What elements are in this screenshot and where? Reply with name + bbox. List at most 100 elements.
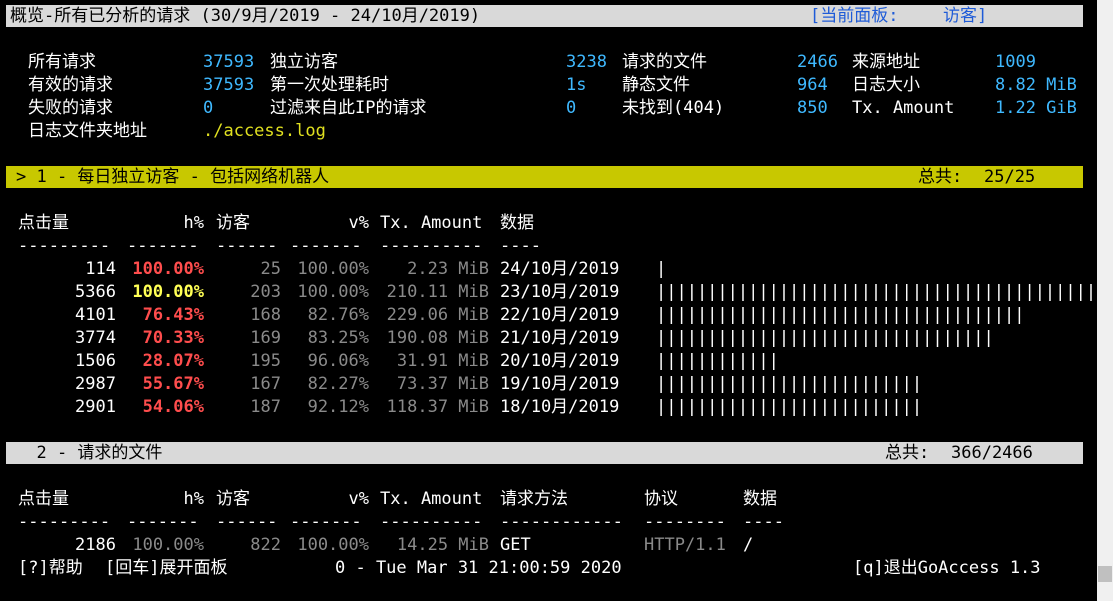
panel1-total-value: 25/25 [984, 167, 1036, 187]
cell-tx: 14.25 MiB [396, 535, 489, 555]
cell-hits: 1506 [75, 351, 116, 371]
cell-data: 22/10月/2019 [500, 305, 620, 325]
cell-hp: 55.67% [142, 374, 204, 394]
metric-label: 失败的请求 [28, 98, 113, 118]
col-hits-header: 点击量 [18, 489, 69, 509]
dash-divider: ---- [743, 512, 784, 532]
dash-divider: ------ [216, 236, 278, 256]
cell-data: 23/10月/2019 [500, 282, 620, 302]
cell-hits: 3774 [75, 328, 116, 348]
dash-divider: ---------- [380, 512, 483, 532]
cell-hp: 70.33% [142, 328, 204, 348]
cell-visitors: 203 [250, 282, 281, 302]
header-title: 概览-所有已分析的请求 (30/9月/2019 - 24/10月/2019) [10, 6, 481, 26]
metric-value: 850 [797, 98, 828, 118]
log-path-value: ./access.log [203, 121, 326, 141]
active-panel-prefix: [当前面板: [810, 6, 899, 26]
metric-label: 第一次处理耗时 [270, 75, 389, 95]
active-panel-name: 访客] [943, 6, 988, 26]
cell-hits: 2186 [75, 535, 116, 555]
cell-data: 21/10月/2019 [500, 328, 620, 348]
metric-value: 0 [203, 98, 214, 118]
cell-hp: 28.07% [142, 351, 204, 371]
cell-tx: 210.11 MiB [386, 282, 489, 302]
panel2-title[interactable]: 2 - 请求的文件 [16, 442, 162, 465]
help-shortcut[interactable]: [?]帮助 [18, 557, 83, 580]
metric-label: Tx. Amount [852, 98, 955, 118]
usage-bar: ||||||||||||||||||||||||||||||||| [656, 328, 994, 348]
metric-value: 2466 [797, 52, 838, 72]
cell-vp: 82.27% [307, 374, 369, 394]
col-hits-header: 点击量 [18, 213, 69, 233]
metric-value: 37593 [203, 75, 255, 95]
metric-value: 8.82 MiB [995, 75, 1077, 95]
metric-label: 独立访客 [270, 52, 338, 72]
cell-visitors: 195 [250, 351, 281, 371]
cell-visitors: 25 [260, 259, 281, 279]
col-method-header: 请求方法 [500, 489, 568, 509]
panel2-total-value: 366/2466 [951, 443, 1033, 463]
col-proto-header: 协议 [644, 489, 678, 509]
metric-label: 静态文件 [622, 75, 690, 95]
cell-vp: 92.12% [307, 397, 369, 417]
metric-value: 1.22 GiB [995, 98, 1077, 118]
metric-label: 未找到(404) [622, 98, 725, 118]
panel1-title[interactable]: > 1 - 每日独立访客 - 包括网络机器人 [16, 166, 329, 189]
col-vp-header: v% [348, 213, 369, 233]
cell-hits: 5366 [75, 282, 116, 302]
metric-value: 1009 [995, 52, 1036, 72]
scrollbar-thumb[interactable] [1098, 566, 1112, 582]
usage-bar: |||||||||||| [656, 351, 779, 371]
col-hp-header: h% [183, 489, 204, 509]
cell-hits: 114 [85, 259, 116, 279]
col-tx-header: Tx. Amount [380, 213, 483, 233]
col-data-header: 数据 [743, 489, 777, 509]
cell-visitors: 169 [250, 328, 281, 348]
cell-vp: 96.06% [307, 351, 369, 371]
cell-hits: 2987 [75, 374, 116, 394]
dash-divider: -------- [644, 512, 726, 532]
usage-bar: |||||||||||||||||||||||||| [656, 397, 923, 417]
metric-label: 所有请求 [28, 52, 96, 72]
scrollbar-track[interactable] [1097, 0, 1113, 601]
metric-value: 964 [797, 75, 828, 95]
usage-bar: |||||||||||||||||||||||||| [656, 374, 923, 394]
cell-method: GET [500, 535, 531, 555]
usage-bar: |||||||||||||||||||||||||||||||||||| [656, 305, 1025, 325]
cell-data: 19/10月/2019 [500, 374, 620, 394]
cell-tx: 31.91 MiB [396, 351, 489, 371]
cell-tx: 118.37 MiB [386, 397, 489, 417]
dash-divider: ---------- [380, 236, 483, 256]
dash-divider: ------------ [500, 512, 623, 532]
cell-hp: 100.00% [132, 535, 204, 555]
cell-vp: 100.00% [297, 282, 369, 302]
cell-tx: 2.23 MiB [407, 259, 489, 279]
metric-value: 1s [566, 75, 587, 95]
col-visitors-header: 访客 [216, 213, 250, 233]
dash-divider: ------- [127, 236, 199, 256]
metric-value: 3238 [566, 52, 607, 72]
dash-divider: ------- [127, 512, 199, 532]
dash-divider: --------- [18, 512, 111, 532]
expand-panel-shortcut[interactable]: [回车]展开面板 [105, 557, 227, 580]
cell-data: 24/10月/2019 [500, 259, 620, 279]
status-timestamp: 0 - Tue Mar 31 21:00:59 2020 [335, 558, 622, 578]
col-visitors-header: 访客 [216, 489, 250, 509]
dash-divider: ------- [290, 236, 362, 256]
cell-hp: 100.00% [132, 282, 204, 302]
cell-data: 20/10月/2019 [500, 351, 620, 371]
cell-tx: 73.37 MiB [396, 374, 489, 394]
quit-shortcut[interactable]: [q]退出GoAccess 1.3 [853, 557, 1041, 580]
cell-data: 18/10月/2019 [500, 397, 620, 417]
usage-bar: ||||||||||||||||||||||||||||||||||||||||… [656, 282, 1113, 302]
panel2-total-label: 总共: [885, 443, 930, 463]
metric-label: 日志文件夹地址 [28, 121, 147, 141]
cell-visitors: 187 [250, 397, 281, 417]
metric-label: 过滤来自此IP的请求 [270, 98, 427, 118]
cell-tx: 190.08 MiB [386, 328, 489, 348]
cell-tx: 229.06 MiB [386, 305, 489, 325]
panel1-total-label: 总共: [918, 167, 963, 187]
cell-vp: 100.00% [297, 535, 369, 555]
metric-value: 37593 [203, 52, 255, 72]
cell-hits: 2901 [75, 397, 116, 417]
